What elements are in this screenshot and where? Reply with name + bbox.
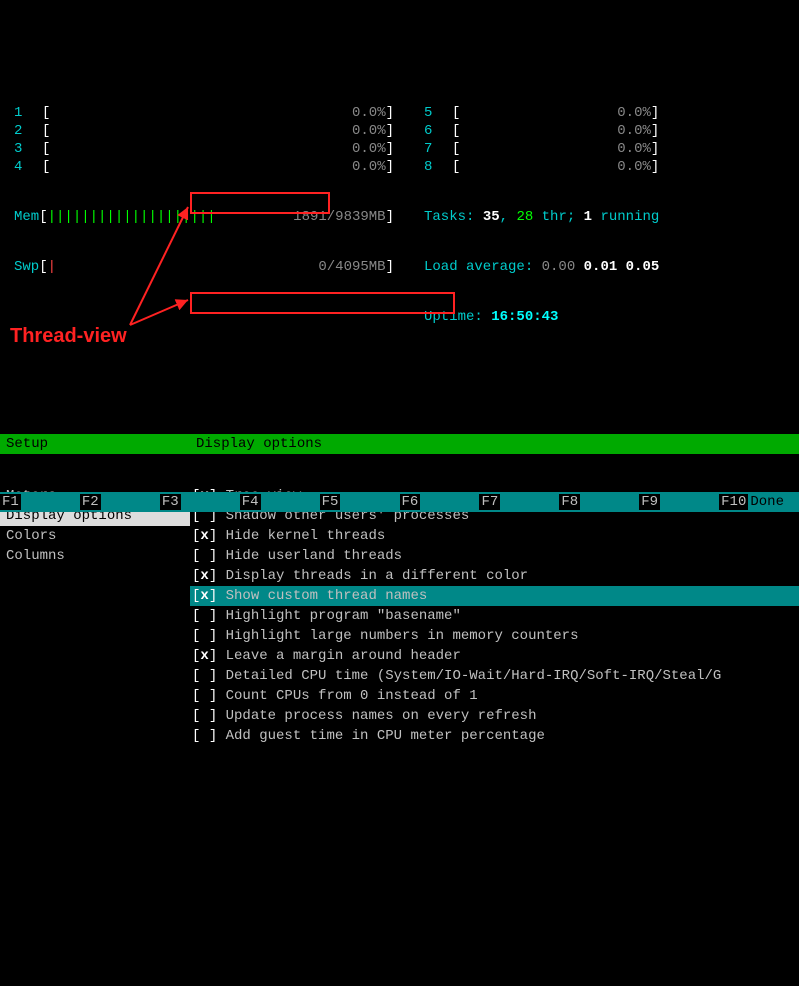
option-label: Display threads in a different color bbox=[226, 568, 528, 584]
mem-meter: Mem[||||||||||||||||||||1891/9839MB] bbox=[14, 208, 394, 226]
cpu-meter-8: 8[0.0%] bbox=[424, 158, 659, 176]
option-2[interactable]: [x] Hide kernel threads bbox=[190, 526, 799, 546]
option-7[interactable]: [ ] Highlight large numbers in memory co… bbox=[190, 626, 799, 646]
fkey-F1[interactable]: F1 bbox=[0, 492, 80, 512]
fkey-F5[interactable]: F5 bbox=[320, 492, 400, 512]
fkey-F6[interactable]: F6 bbox=[400, 492, 480, 512]
option-label: Highlight program "basename" bbox=[226, 608, 461, 624]
tasks-info: Tasks: 35, 28 thr; 1 running bbox=[424, 208, 659, 226]
option-label: Leave a margin around header bbox=[226, 648, 461, 664]
option-label: Add guest time in CPU meter percentage bbox=[226, 728, 545, 744]
fkey-F4[interactable]: F4 bbox=[240, 492, 320, 512]
option-label: Highlight large numbers in memory counte… bbox=[226, 628, 579, 644]
cpu-meter-7: 7[0.0%] bbox=[424, 140, 659, 158]
option-label: Hide kernel threads bbox=[226, 528, 386, 544]
option-4[interactable]: [x] Display threads in a different color bbox=[190, 566, 799, 586]
setup-menu-header: Setup bbox=[0, 434, 190, 454]
option-9[interactable]: [ ] Detailed CPU time (System/IO-Wait/Ha… bbox=[190, 666, 799, 686]
option-11[interactable]: [ ] Update process names on every refres… bbox=[190, 706, 799, 726]
panel-header: Display options bbox=[190, 434, 799, 454]
option-label: Hide userland threads bbox=[226, 548, 402, 564]
uptime-info: Uptime: 16:50:43 bbox=[424, 308, 659, 326]
option-5[interactable]: [x] Show custom thread names bbox=[190, 586, 799, 606]
cpu-meter-3: 3[0.0%] bbox=[14, 140, 394, 158]
option-8[interactable]: [x] Leave a margin around header bbox=[190, 646, 799, 666]
fkey-F10[interactable]: F10Done bbox=[719, 492, 799, 512]
load-info: Load average: 0.00 0.01 0.05 bbox=[424, 258, 659, 276]
menu-item-colors[interactable]: Colors bbox=[0, 526, 190, 546]
setup-area: Setup MetersDisplay optionsColorsColumns… bbox=[0, 402, 799, 778]
option-label: Update process names on every refresh bbox=[226, 708, 537, 724]
cpu-meter-2: 2[0.0%] bbox=[14, 122, 394, 140]
option-10[interactable]: [ ] Count CPUs from 0 instead of 1 bbox=[190, 686, 799, 706]
function-keys: F1F2F3F4F5F6F7F8F9F10Done bbox=[0, 492, 799, 512]
fkey-F8[interactable]: F8 bbox=[559, 492, 639, 512]
option-label: Detailed CPU time (System/IO-Wait/Hard-I… bbox=[226, 668, 722, 684]
fkey-F2[interactable]: F2 bbox=[80, 492, 160, 512]
option-label: Show custom thread names bbox=[226, 588, 428, 604]
option-6[interactable]: [ ] Highlight program "basename" bbox=[190, 606, 799, 626]
option-label: Count CPUs from 0 instead of 1 bbox=[226, 688, 478, 704]
fkey-F3[interactable]: F3 bbox=[160, 492, 240, 512]
option-3[interactable]: [ ] Hide userland threads bbox=[190, 546, 799, 566]
option-12[interactable]: [ ] Add guest time in CPU meter percenta… bbox=[190, 726, 799, 746]
cpu-meter-1: 1[0.0%] bbox=[14, 104, 394, 122]
cpu-meter-5: 5[0.0%] bbox=[424, 104, 659, 122]
cpu-meter-4: 4[0.0%] bbox=[14, 158, 394, 176]
cpu-meter-6: 6[0.0%] bbox=[424, 122, 659, 140]
header-meters: 1[0.0%]2[0.0%]3[0.0%]4[0.0%] Mem[|||||||… bbox=[0, 64, 799, 362]
fkey-F7[interactable]: F7 bbox=[479, 492, 559, 512]
swp-meter: Swp[|0/4095MB] bbox=[14, 258, 394, 276]
fkey-F9[interactable]: F9 bbox=[639, 492, 719, 512]
menu-item-columns[interactable]: Columns bbox=[0, 546, 190, 566]
